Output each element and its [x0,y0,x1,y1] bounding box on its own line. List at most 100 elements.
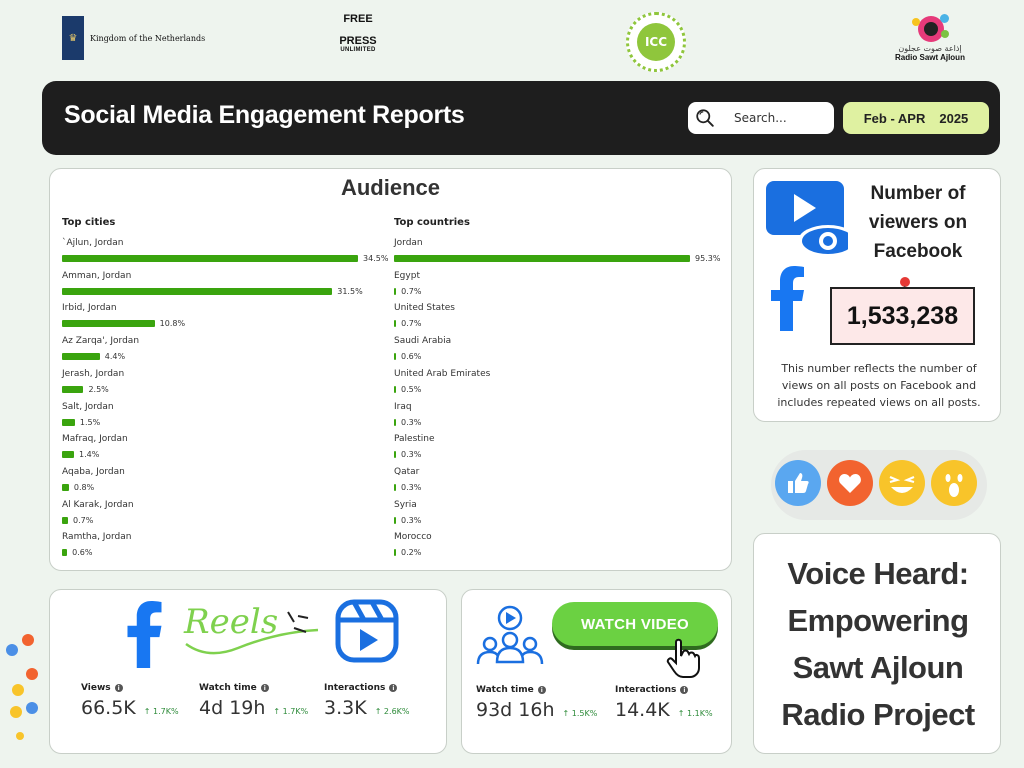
date-year-text: 2025 [939,110,969,126]
cities-label: Amman, Jordan [62,270,132,281]
cities-value: 0.8% [73,482,95,492]
date-range-filter[interactable]: Feb - APR 2025 [843,102,989,134]
video-view-icon [766,181,848,257]
cities-item: Mafraq, Jordan 1.4% [62,433,128,463]
fb-watch-trend: ↑ 1.7K% [273,707,309,716]
cities-label: Irbid, Jordan [62,303,117,314]
countries-label: Morocco [394,532,432,543]
video-watch-trend: ↑ 1.5K% [562,709,598,718]
hand-cursor-icon [666,638,700,678]
countries-label: United States [394,303,455,314]
video-interactions-trend: ↑ 1.1K% [677,709,713,718]
audience-card: Audience Top cities Top countries `Ajlun… [49,168,732,571]
countries-bar [394,516,396,524]
like-icon [26,702,38,714]
countries-value: 0.7% [401,286,422,296]
info-icon[interactable]: i [114,684,123,692]
netherlands-crest-icon: ♛ [62,16,84,60]
cities-bar [62,549,68,557]
countries-value: 0.3% [401,450,422,460]
cities-item: Amman, Jordan 31.5% [62,270,363,300]
info-icon[interactable]: i [537,686,546,694]
cities-value: 1.4% [79,450,100,460]
cities-value: 0.7% [73,515,94,525]
cities-item: Al Karak, Jordan 0.7% [62,499,134,529]
countries-value: 0.7% [401,319,422,329]
countries-item: Syria 0.3% [394,499,421,529]
countries-value: 0.3% [401,417,422,427]
search-box[interactable] [688,102,834,134]
cities-item: Jerash, Jordan 2.5% [62,368,124,398]
video-watch-value: 93d 16h [476,699,555,721]
countries-label: Egypt [394,270,420,281]
facebook-reels-stats-card: Reels Views i 66.5K ↑ 1.7K% Watch time i 4d… [49,589,447,754]
countries-item: Saudi Arabia 0.6% [394,335,451,365]
love-icon [22,634,34,646]
video-interactions-label: Interactions [615,685,677,695]
viewers-note: This number reflects the number of views… [777,362,981,409]
fb-views-value: 66.5K [81,697,136,719]
cities-item: Az Zarqa', Jordan 4.4% [62,335,139,365]
video-interactions-stat: Interactions i 14.4K ↑ 1.1K% [615,685,713,721]
radio-sawt-ajloun-logo: إذاعة صوت عجلون Radio Sawt Ajloun [890,14,970,62]
haha-icon [879,460,925,506]
countries-bar [394,385,396,393]
info-icon[interactable]: i [680,686,689,694]
cities-bar [62,353,100,361]
icc-logo-text: ICC [637,23,675,61]
reactions-strip [771,450,987,520]
cities-bar [62,516,68,524]
radio-name: Radio Sawt Ajloun [895,53,965,62]
love-icon [26,668,38,680]
like-icon [775,460,821,506]
countries-bar [394,549,396,557]
top-cities-title: Top cities [62,217,116,228]
countries-value: 0.6% [401,352,422,362]
cities-label: Al Karak, Jordan [62,499,134,510]
facebook-icon [127,601,162,668]
love-icon [827,460,873,506]
countries-label: United Arab Emirates [394,368,491,379]
fb-views-trend: ↑ 1.7K% [143,707,179,716]
cities-bar [62,287,333,295]
floating-reactions [6,634,42,744]
cities-value: 1.5% [79,417,101,427]
cities-item: `Ajlun, Jordan 34.5% [62,237,388,267]
countries-value: 0.3% [401,482,422,492]
video-stats-card: WATCH VIDEO Watch time i 93d 16h ↑ 1.5K% I… [461,589,732,754]
video-watch-time-stat: Watch time i 93d 16h ↑ 1.5K% [476,685,597,721]
fpu-bottom-text: UNLIMITED [340,47,376,53]
fpu-top-text: FREE [343,13,373,25]
countries-label: Jordan [394,238,423,248]
tagline-line1: Voice Heard: [787,556,969,591]
fb-watch-label: Watch time [199,683,257,693]
radio-mark-icon [910,14,950,44]
cities-label: Mafraq, Jordan [62,434,128,445]
facebook-viewers-card: Number of viewers on Facebook 1,533,238 … [753,168,1001,422]
top-countries-title: Top countries [394,217,470,228]
info-icon[interactable]: i [389,684,398,692]
info-icon[interactable]: i [260,684,269,692]
icc-logo: ICC [626,12,686,72]
haha-icon [10,706,22,718]
cities-bar [62,255,358,262]
cities-value: 0.6% [72,548,93,558]
wow-icon [931,460,977,506]
cities-bar [62,451,74,459]
countries-item: United States 0.7% [394,302,455,332]
countries-item: Egypt 0.7% [394,270,422,300]
cities-item: Irbid, Jordan 10.8% [62,302,185,332]
cities-label: `Ajlun, Jordan [62,238,124,248]
countries-value: 95.3% [695,254,721,263]
cities-item: Ramtha, Jordan 0.6% [62,531,131,561]
viewers-title-line2: viewers on [868,212,968,233]
cities-value: 10.8% [159,319,186,329]
audience-video-icon [476,605,544,665]
report-header: Social Media Engagement Reports Feb - AP… [42,81,1000,155]
search-input[interactable] [734,111,834,125]
fpu-mid-text: PRESS [339,35,377,47]
fb-watch-time-stat: Watch time i 4d 19h ↑ 1.7K% [199,683,308,719]
countries-label: Iraq [394,401,412,412]
viewers-title-line1: Number of [870,183,966,204]
radio-arabic-name: إذاعة صوت عجلون [898,44,962,53]
